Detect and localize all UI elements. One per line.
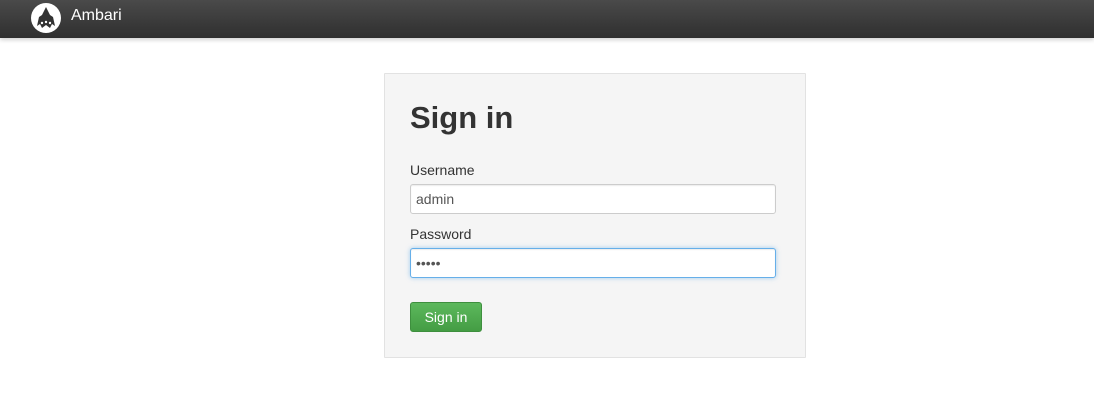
ambari-logo-icon[interactable] <box>30 2 62 34</box>
username-input[interactable] <box>410 184 776 214</box>
sign-in-panel: Sign in Username Password Sign in <box>384 73 806 358</box>
password-label: Password <box>410 226 472 242</box>
password-input[interactable] <box>410 248 776 278</box>
top-navbar: Ambari <box>0 0 1094 38</box>
sign-in-title: Sign in <box>410 100 514 135</box>
sign-in-button[interactable]: Sign in <box>410 302 482 332</box>
brand-name[interactable]: Ambari <box>71 6 122 26</box>
username-label: Username <box>410 162 475 178</box>
